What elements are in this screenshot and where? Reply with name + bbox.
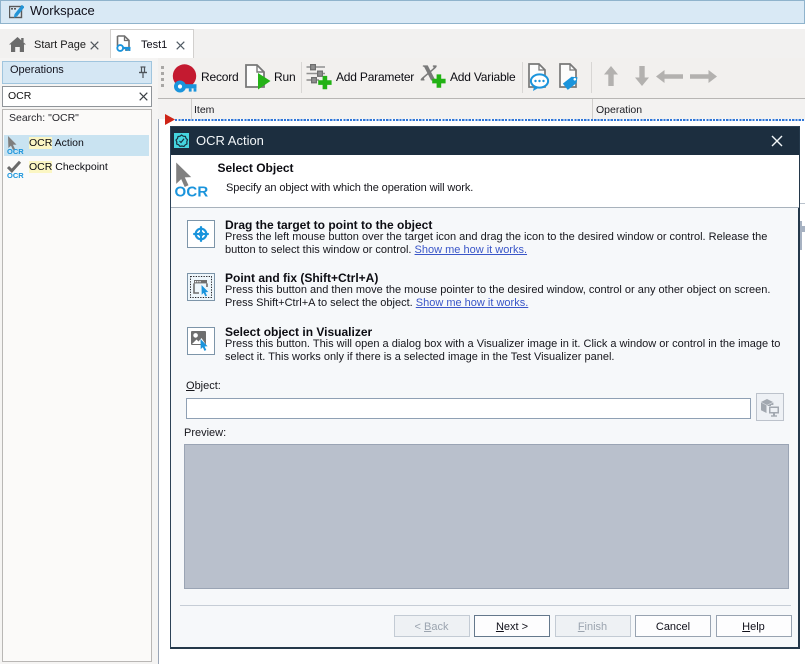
svg-text:OCR: OCR — [175, 183, 208, 200]
svg-text:OCR: OCR — [7, 147, 24, 155]
svg-text:OCR: OCR — [7, 171, 24, 179]
svg-text:x: x — [420, 60, 438, 89]
